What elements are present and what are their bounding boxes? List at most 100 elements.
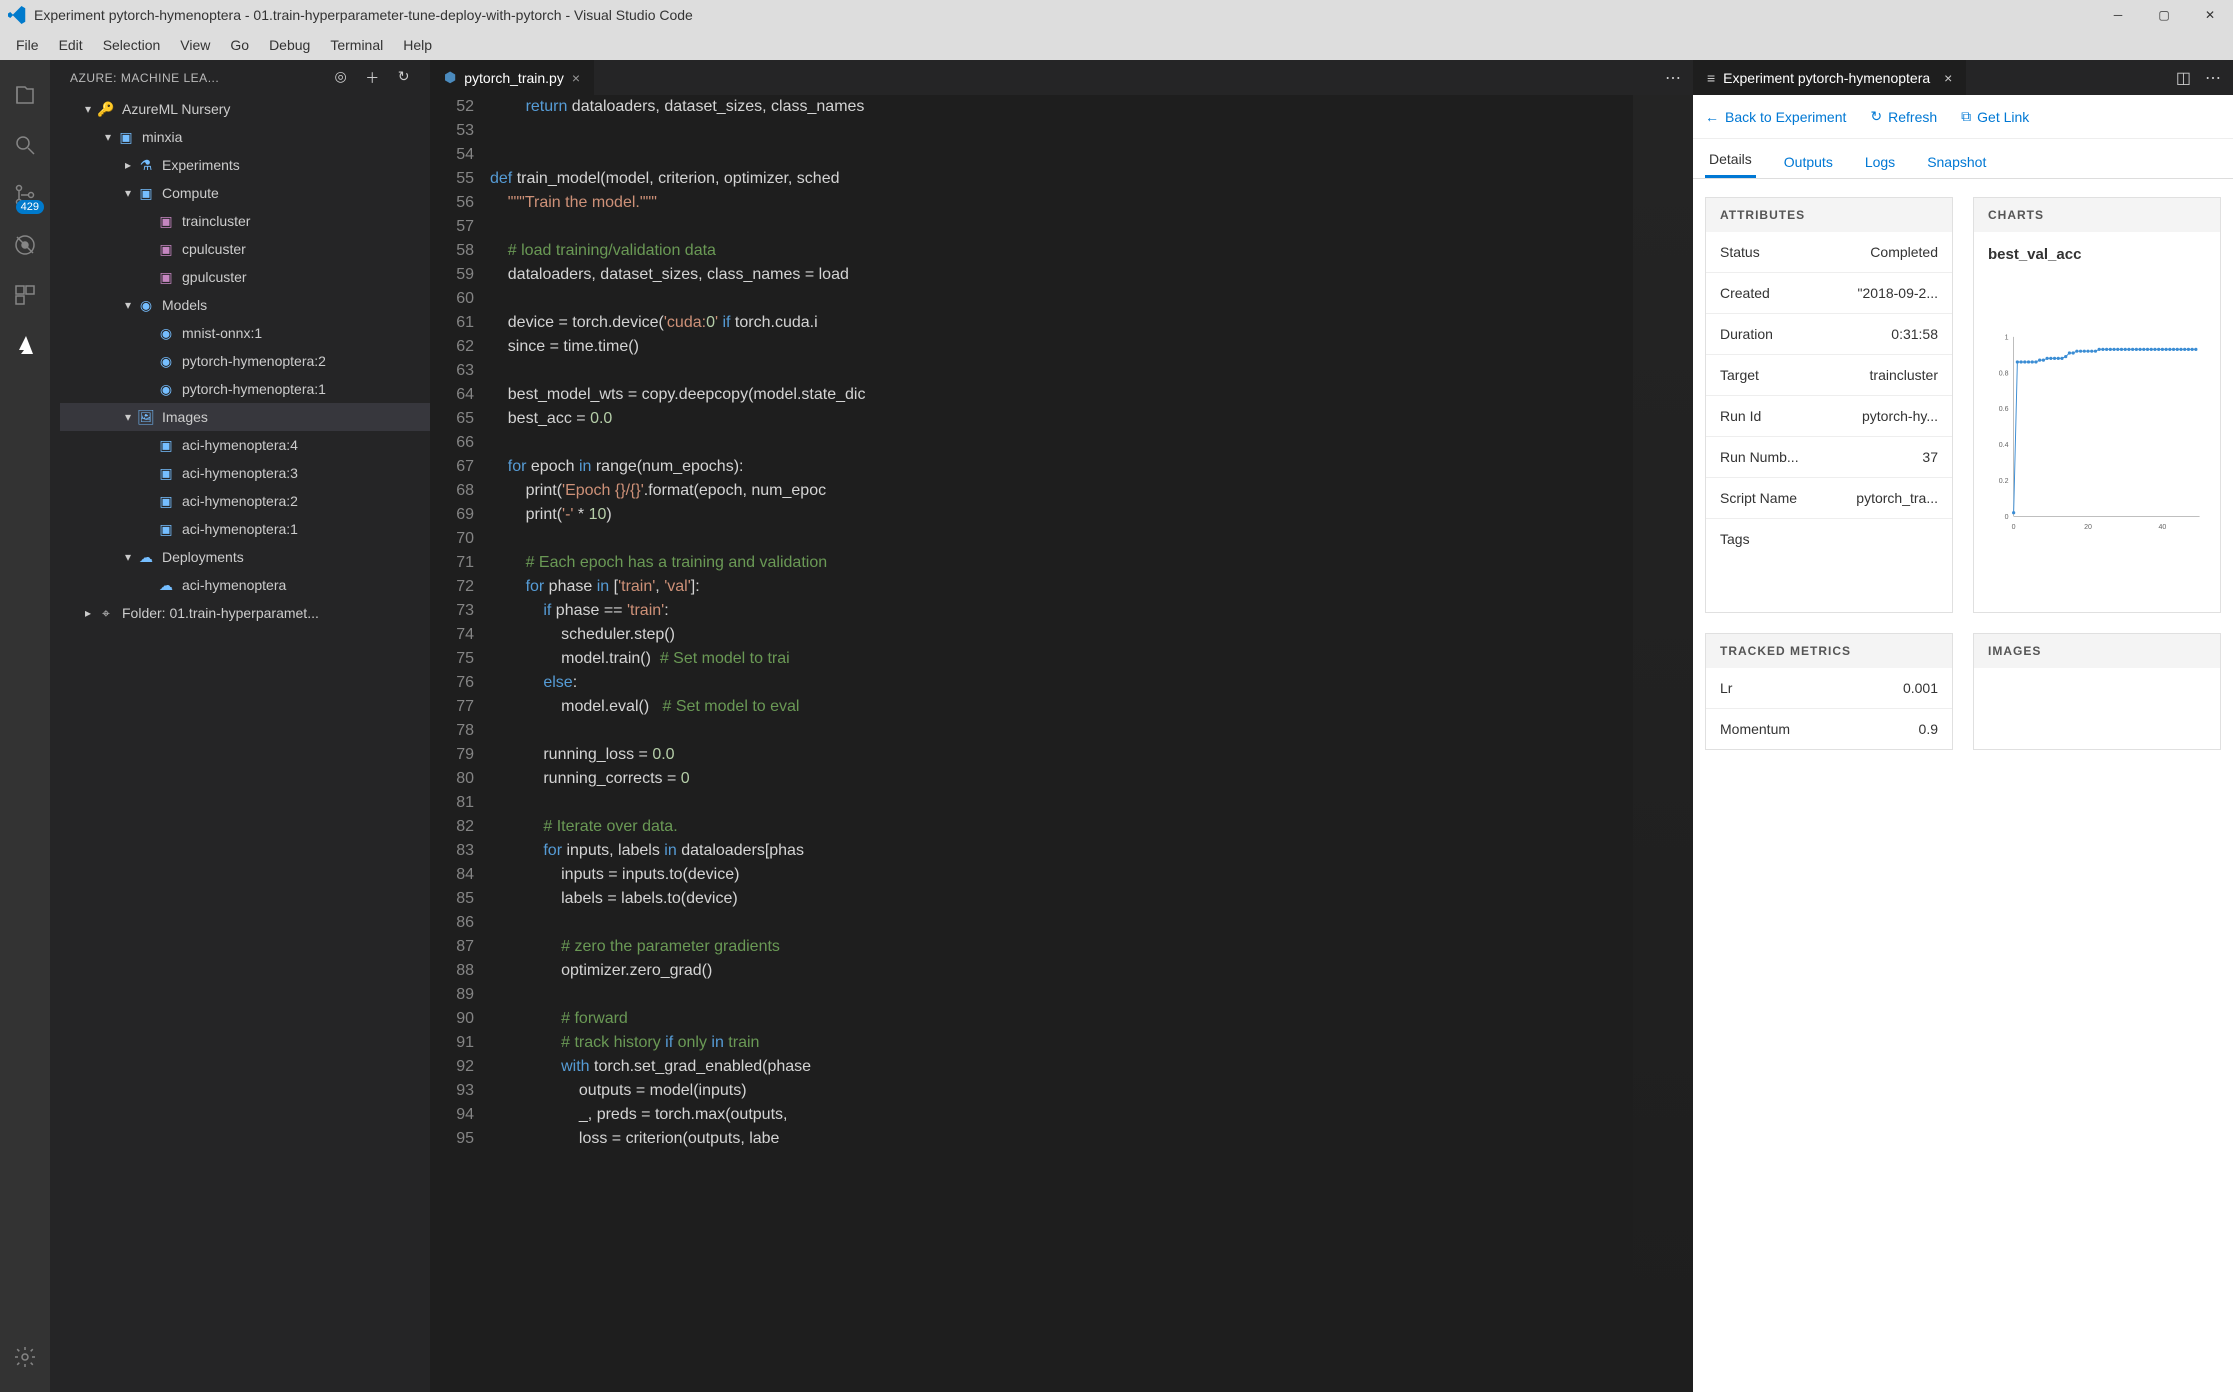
- tree-item[interactable]: ▾◉Models: [60, 291, 430, 319]
- sidebar-action-refresh-icon[interactable]: ↻: [398, 68, 410, 88]
- tree-label: aci-hymenoptera: [182, 577, 286, 593]
- tree-item[interactable]: ◉pytorch-hymenoptera:2: [60, 347, 430, 375]
- tree-item[interactable]: ◉mnist-onnx:1: [60, 319, 430, 347]
- link-icon: ⧉: [1961, 108, 1971, 125]
- tree-node-icon: ▣: [156, 521, 176, 538]
- editor-tab[interactable]: ⬢ pytorch_train.py ×: [430, 60, 595, 95]
- kv-value: pytorch_tra...: [1856, 490, 1938, 506]
- maximize-button[interactable]: ▢: [2141, 0, 2187, 30]
- kv-key: Target: [1720, 367, 1870, 383]
- tree-item[interactable]: ▸⚗Experiments: [60, 151, 430, 179]
- images-header: IMAGES: [1974, 634, 2220, 668]
- tree-node-icon: ▣: [156, 437, 176, 454]
- kv-key: Created: [1720, 285, 1858, 301]
- chevron-icon: ▸: [120, 158, 136, 172]
- explorer-icon[interactable]: [0, 70, 50, 120]
- tree-node-icon: 🖼: [136, 409, 156, 426]
- tree-item[interactable]: ▣traincluster: [60, 207, 430, 235]
- tree-label: aci-hymenoptera:4: [182, 437, 298, 453]
- subtab-details[interactable]: Details: [1705, 143, 1756, 178]
- menu-go[interactable]: Go: [220, 37, 259, 53]
- chevron-icon: ▾: [120, 186, 136, 200]
- chevron-icon: ▸: [80, 606, 96, 620]
- tree-node-icon: ◉: [136, 297, 156, 314]
- kv-key: Momentum: [1720, 721, 1919, 737]
- minimize-button[interactable]: ─: [2095, 0, 2141, 30]
- tree-item[interactable]: ▾▣minxia: [60, 123, 430, 151]
- menu-debug[interactable]: Debug: [259, 37, 320, 53]
- tree-label: gpulcuster: [182, 269, 247, 285]
- tree-item[interactable]: ◉pytorch-hymenoptera:1: [60, 375, 430, 403]
- subtab-logs[interactable]: Logs: [1861, 146, 1899, 178]
- menu-file[interactable]: File: [6, 37, 49, 53]
- back-button[interactable]: ←Back to Experiment: [1705, 109, 1846, 125]
- tree-label: cpulcuster: [182, 241, 246, 257]
- editor-tabbar: ⬢ pytorch_train.py × ⋯: [430, 60, 1693, 95]
- close-button[interactable]: ✕: [2187, 0, 2233, 30]
- subtab-snapshot[interactable]: Snapshot: [1923, 146, 1990, 178]
- window-title: Experiment pytorch-hymenoptera - 01.trai…: [34, 7, 2095, 23]
- source-control-icon[interactable]: 429: [0, 170, 50, 220]
- tree-item[interactable]: ▾▣Compute: [60, 179, 430, 207]
- tree-label: traincluster: [182, 213, 250, 229]
- editor-more-icon[interactable]: ⋯: [1665, 68, 1693, 88]
- kv-row: Script Namepytorch_tra...: [1706, 478, 1952, 519]
- extensions-icon[interactable]: [0, 270, 50, 320]
- menu-edit[interactable]: Edit: [49, 37, 93, 53]
- titlebar: Experiment pytorch-hymenoptera - 01.trai…: [0, 0, 2233, 30]
- kv-value: "2018-09-2...: [1858, 285, 1938, 301]
- subtab-outputs[interactable]: Outputs: [1780, 146, 1837, 178]
- kv-key: Run Numb...: [1720, 449, 1922, 465]
- tree-item[interactable]: ▸⌖Folder: 01.train-hyperparamet...: [60, 599, 430, 627]
- get-link-button[interactable]: ⧉Get Link: [1961, 108, 2029, 125]
- kv-value: traincluster: [1870, 367, 1938, 383]
- tree-item[interactable]: ▣aci-hymenoptera:3: [60, 459, 430, 487]
- panel-tab[interactable]: ≡ Experiment pytorch-hymenoptera ×: [1693, 60, 1966, 95]
- svg-text:0.8: 0.8: [1999, 370, 2009, 377]
- azure-icon[interactable]: [0, 320, 50, 370]
- tree-item[interactable]: ▣aci-hymenoptera:2: [60, 487, 430, 515]
- chevron-icon: ▾: [120, 410, 136, 424]
- settings-icon[interactable]: [0, 1332, 50, 1382]
- tree-item[interactable]: ▾🖼 Images: [60, 403, 430, 431]
- tree-label: minxia: [142, 129, 182, 145]
- tree-item[interactable]: ▣aci-hymenoptera:1: [60, 515, 430, 543]
- minimap[interactable]: [1633, 95, 1693, 1392]
- code-editor[interactable]: 5253545556575859606162636465666768697071…: [430, 95, 1693, 1392]
- menu-terminal[interactable]: Terminal: [320, 37, 393, 53]
- tree-label: Compute: [162, 185, 219, 201]
- split-editor-icon[interactable]: ◫: [2176, 68, 2191, 88]
- tree-item[interactable]: ▾🔑AzureML Nursery: [60, 95, 430, 123]
- kv-key: Duration: [1720, 326, 1891, 342]
- sidebar-action-add-icon[interactable]: ＋: [365, 68, 380, 88]
- svg-text:20: 20: [2084, 524, 2092, 531]
- menu-selection[interactable]: Selection: [93, 37, 171, 53]
- refresh-icon: ↻: [1870, 108, 1882, 125]
- menu-view[interactable]: View: [170, 37, 220, 53]
- refresh-button[interactable]: ↻Refresh: [1870, 108, 1937, 125]
- tree-item[interactable]: ▾☁Deployments: [60, 543, 430, 571]
- kv-row: Momentum0.9: [1706, 709, 1952, 749]
- debug-icon[interactable]: [0, 220, 50, 270]
- tree-item[interactable]: ☁aci-hymenoptera: [60, 571, 430, 599]
- tree-item[interactable]: ▣ gpulcuster: [60, 263, 430, 291]
- tree-item[interactable]: ▣cpulcuster: [60, 235, 430, 263]
- tree-node-icon: ▣: [156, 269, 176, 286]
- tree-label: Images: [162, 409, 208, 425]
- menu-help[interactable]: Help: [393, 37, 442, 53]
- tree-node-icon: 🔑: [96, 101, 116, 118]
- close-icon[interactable]: ×: [1944, 70, 1952, 86]
- sidebar-action-target-icon[interactable]: ◎: [335, 68, 348, 88]
- svg-text:0.6: 0.6: [1999, 406, 2009, 413]
- attributes-card: ATTRIBUTES StatusCompletedCreated"2018-0…: [1705, 197, 1953, 613]
- charts-header: CHARTS: [1974, 198, 2220, 232]
- close-icon[interactable]: ×: [572, 70, 580, 86]
- more-icon[interactable]: ⋯: [2205, 68, 2221, 88]
- tree-node-icon: ◉: [156, 381, 176, 398]
- svg-text:0.4: 0.4: [1999, 442, 2009, 449]
- best-val-acc-chart: 00.20.40.60.8102040: [1988, 273, 2206, 593]
- tree-item[interactable]: ▣ aci-hymenoptera:4: [60, 431, 430, 459]
- tracked-metrics-card: TRACKED METRICS Lr0.001Momentum0.9: [1705, 633, 1953, 750]
- kv-value: 37: [1922, 449, 1938, 465]
- search-icon[interactable]: [0, 120, 50, 170]
